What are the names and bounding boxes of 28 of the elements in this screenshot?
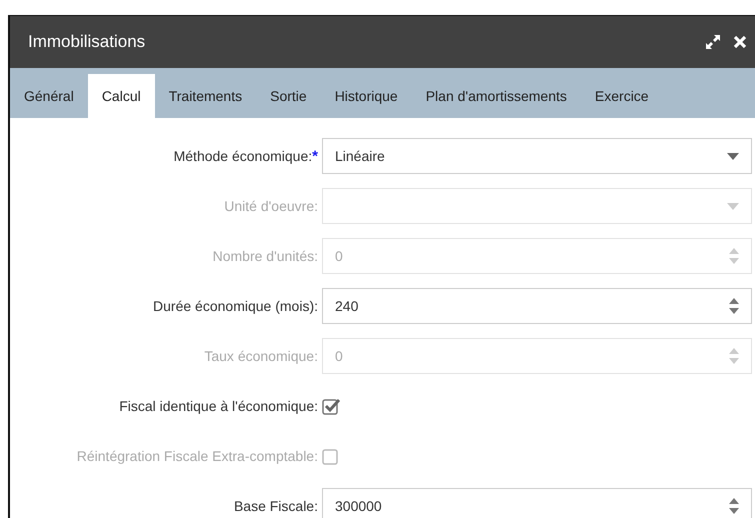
caret-icon — [727, 202, 739, 210]
tab[interactable]: Calcul — [88, 74, 155, 118]
field-label: Taux économique: — [204, 348, 318, 364]
select-field[interactable]: Linéaire — [322, 138, 752, 174]
field-label: Nombre d'unités: — [212, 248, 318, 264]
tab[interactable]: Traitements — [154, 74, 256, 118]
field-label: Réintégration Fiscale Extra-comptable: — [76, 448, 318, 464]
window-title: Immobilisations — [28, 32, 146, 52]
tab[interactable]: Sortie — [256, 74, 321, 118]
field-label: Durée économique (mois): — [153, 298, 318, 314]
spinner-icon[interactable] — [729, 497, 739, 515]
field-label: Base Fiscale: — [234, 498, 318, 514]
caret-icon — [727, 152, 739, 160]
number-field[interactable]: 240 — [322, 288, 752, 324]
required-mark: * — [312, 148, 318, 164]
field-label: Méthode économique: — [174, 148, 312, 164]
tab[interactable]: Historique — [320, 74, 412, 118]
number-field[interactable]: 300000 — [322, 488, 752, 518]
tab[interactable]: Général — [10, 74, 88, 118]
spinner-icon[interactable] — [729, 297, 739, 315]
tab[interactable]: Exercice — [580, 74, 663, 118]
field-label: Fiscal identique à l'économique: — [119, 398, 318, 414]
checkbox[interactable] — [322, 397, 340, 415]
tab[interactable]: Plan d'amortissements — [412, 74, 581, 118]
close-icon[interactable] — [733, 35, 747, 49]
expand-icon[interactable] — [705, 34, 721, 50]
field-label: Unité d'oeuvre: — [224, 198, 318, 214]
select-field[interactable] — [322, 188, 752, 224]
